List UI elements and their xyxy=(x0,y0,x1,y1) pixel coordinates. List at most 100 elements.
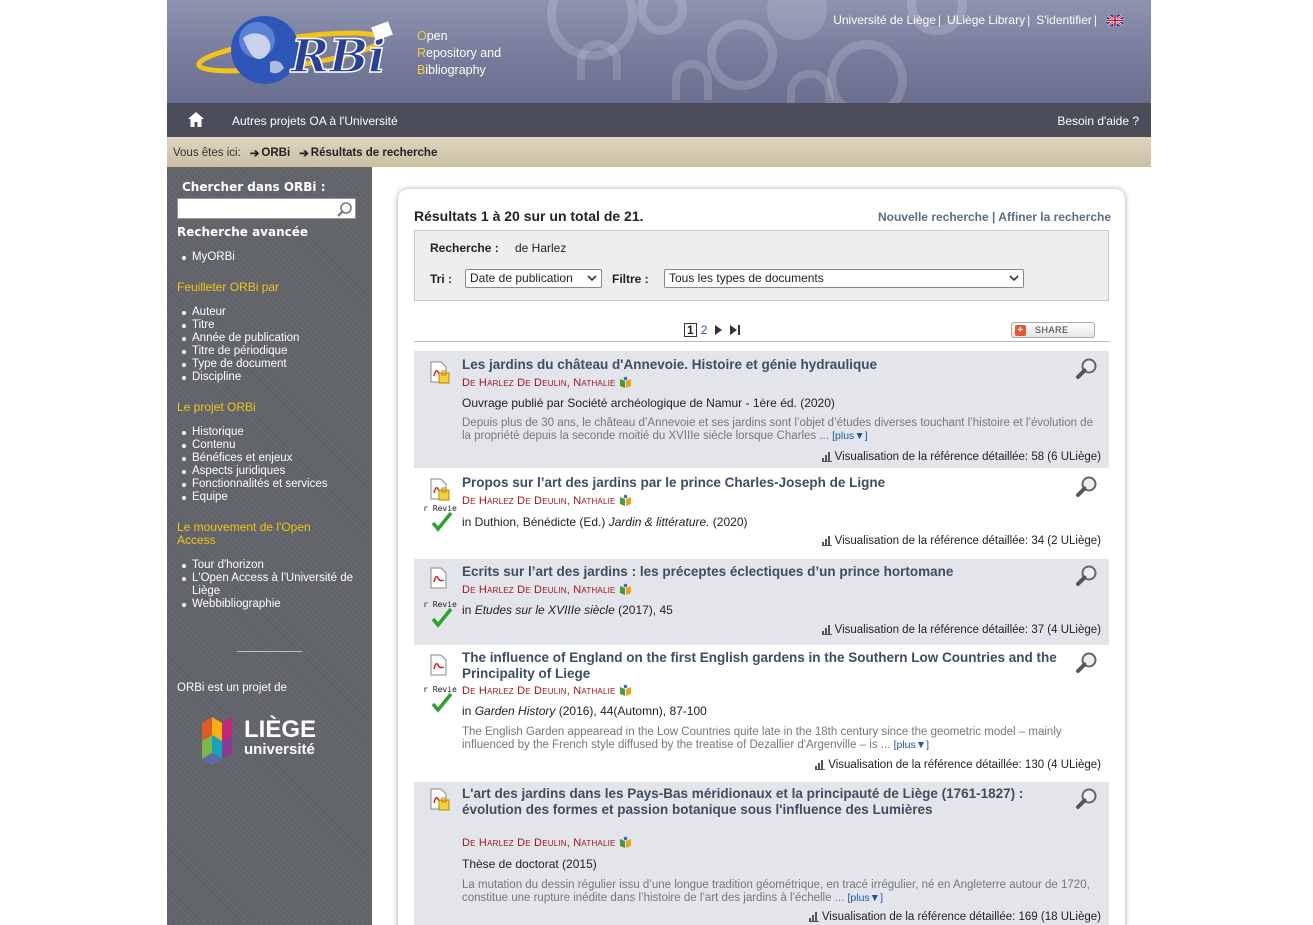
sidebar-item-features[interactable]: Fonctionnalités et services xyxy=(181,478,361,491)
result-abstract: Depuis plus de 30 ans, le château d’Anne… xyxy=(462,417,1093,442)
uk-flag-icon[interactable] xyxy=(1107,14,1123,26)
sidebar-heading-oa: Le mouvement de l'Open Access xyxy=(177,520,311,547)
author-profile-icon[interactable] xyxy=(619,836,632,849)
login-link[interactable]: S'identifier xyxy=(1036,13,1092,27)
nav-other-projects[interactable]: Autres projets OA à l'Université xyxy=(232,114,398,128)
sidebar-item-author[interactable]: Auteur xyxy=(181,306,361,319)
sort-select[interactable]: Date de publication xyxy=(465,269,602,288)
search-icon[interactable] xyxy=(336,201,353,218)
author-link[interactable]: De Harlez De Deulin, Nathalie xyxy=(462,685,616,697)
page-link-2[interactable]: 2 xyxy=(701,323,708,337)
link-universite[interactable]: Université de Liège xyxy=(833,13,936,27)
sidebar-item-oa-uliege[interactable]: L'Open Access à l'Université de Liège xyxy=(181,572,359,598)
result-item: Peer Reviewed Propos sur l’art des jardi… xyxy=(414,470,1109,558)
result-author: De Harlez De Deulin, Nathalie xyxy=(462,684,632,697)
result-title-link[interactable]: Ecrits sur l’art des jardins : les préce… xyxy=(462,564,1061,580)
sidebar-item-benefits[interactable]: Bénéfices et enjeux xyxy=(181,452,361,465)
share-button[interactable]: + SHARE xyxy=(1011,322,1095,338)
chart-icon xyxy=(815,760,826,770)
next-page-icon[interactable] xyxy=(713,325,723,335)
breadcrumb-prefix: Vous êtes ici: xyxy=(173,147,241,159)
sidebar-item-title[interactable]: Titre xyxy=(181,319,361,332)
sidebar-item-legal[interactable]: Aspects juridiques xyxy=(181,465,361,478)
author-link[interactable]: De Harlez De Deulin, Nathalie xyxy=(462,837,616,849)
result-publication: in Duthion, Bénédicte (Ed.) Jardin & lit… xyxy=(462,515,748,529)
result-views: Visualisation de la référence détaillée:… xyxy=(808,911,1101,923)
result-title-link[interactable]: Les jardins du château d'Annevoie. Histo… xyxy=(462,357,1061,373)
sidebar-list-oa: Tour d'horizon L'Open Access à l'Univers… xyxy=(181,559,359,611)
author-profile-icon[interactable] xyxy=(619,684,632,697)
author-link[interactable]: De Harlez De Deulin, Nathalie xyxy=(462,495,616,507)
chevron-down-icon xyxy=(1009,275,1019,282)
result-item: Peer Reviewed The influence of England o… xyxy=(414,646,1109,780)
search-summary-box: Recherche : de Harlez Tri : Date de publ… xyxy=(414,230,1109,301)
pdf-icon[interactable] xyxy=(427,477,451,501)
main-nav: Autres projets OA à l'Université Besoin … xyxy=(167,103,1151,137)
sidebar-heading-project: Le projet ORBi xyxy=(177,400,256,414)
panel-links: Nouvelle recherche | Affiner la recherch… xyxy=(877,210,1111,224)
author-profile-icon[interactable] xyxy=(619,494,632,507)
sidebar-search-title: Chercher dans ORBi : xyxy=(182,180,326,194)
breadcrumb: Vous êtes ici: ➔ ORBi ➔ Résultats de rec… xyxy=(167,137,1151,167)
nav-help-link[interactable]: Besoin d'aide ? xyxy=(1057,114,1139,128)
chart-icon xyxy=(821,452,832,462)
sidebar-item-journal[interactable]: Titre de périodique xyxy=(181,345,361,358)
refine-search-link[interactable]: Affiner la recherche xyxy=(998,210,1111,224)
peer-reviewed-icon: Peer Reviewed xyxy=(423,685,457,713)
zoom-icon[interactable] xyxy=(1075,651,1099,675)
advanced-search-link[interactable]: Recherche avancée xyxy=(177,225,308,239)
breadcrumb-item-orbi[interactable]: ORBi xyxy=(261,147,290,159)
more-link[interactable]: [plus▼] xyxy=(847,892,883,904)
new-search-link[interactable]: Nouvelle recherche xyxy=(878,210,989,224)
sidebar-item-team[interactable]: Equipe xyxy=(181,491,361,504)
chart-icon xyxy=(821,536,832,546)
zoom-icon[interactable] xyxy=(1075,787,1099,811)
result-title-link[interactable]: The influence of England on the first En… xyxy=(462,650,1061,682)
sidebar-item-discipline[interactable]: Discipline xyxy=(181,371,361,384)
page-current: 1 xyxy=(684,323,697,337)
page-frame: RBi Open Repository and Bibliography Uni… xyxy=(167,0,1151,925)
sidebar-item-myorbi[interactable]: MyORBi xyxy=(181,251,361,264)
author-profile-icon[interactable] xyxy=(619,583,632,596)
filter-select[interactable]: Tous les types de documents xyxy=(664,269,1024,288)
zoom-icon[interactable] xyxy=(1075,357,1099,381)
zoom-icon[interactable] xyxy=(1075,564,1099,588)
pdf-icon[interactable] xyxy=(427,566,451,590)
last-page-icon[interactable] xyxy=(729,325,741,335)
more-link[interactable]: [plus▼] xyxy=(832,430,868,442)
pdf-icon[interactable] xyxy=(427,787,451,811)
sidebar-item-doctype[interactable]: Type de document xyxy=(181,358,361,371)
search-input[interactable] xyxy=(178,199,334,218)
pdf-icon[interactable] xyxy=(427,653,451,677)
top-links: Université de Liège | ULiège Library | S… xyxy=(833,13,1123,27)
pdf-icon[interactable] xyxy=(427,360,451,384)
sidebar-list-project: Historique Contenu Bénéfices et enjeux A… xyxy=(181,426,361,504)
sidebar-item-webbibliography[interactable]: Webbibliographie xyxy=(181,598,359,611)
more-link[interactable]: [plus▼] xyxy=(894,739,930,751)
sidebar-item-history[interactable]: Historique xyxy=(181,426,361,439)
zoom-icon[interactable] xyxy=(1075,475,1099,499)
orbi-logo[interactable]: RBi xyxy=(195,10,415,90)
result-title-link[interactable]: Propos sur l’art des jardins par le prin… xyxy=(462,475,1061,491)
sidebar-item-year[interactable]: Année de publication xyxy=(181,332,361,345)
query-label: Recherche : xyxy=(430,241,499,255)
author-link[interactable]: De Harlez De Deulin, Nathalie xyxy=(462,584,616,596)
result-author: De Harlez De Deulin, Nathalie xyxy=(462,376,632,389)
uliege-logo[interactable]: LIÈGE université xyxy=(200,713,335,765)
sidebar-item-content[interactable]: Contenu xyxy=(181,439,361,452)
chart-icon xyxy=(821,625,832,635)
svg-text:Peer Reviewed: Peer Reviewed xyxy=(423,685,457,694)
author-profile-icon[interactable] xyxy=(619,376,632,389)
result-title-link[interactable]: L'art des jardins dans les Pays-Bas méri… xyxy=(462,786,1061,818)
result-item: L'art des jardins dans les Pays-Bas méri… xyxy=(414,782,1109,925)
author-link[interactable]: De Harlez De Deulin, Nathalie xyxy=(462,377,616,389)
site-tagline: Open Repository and Bibliography xyxy=(417,28,501,79)
home-icon[interactable] xyxy=(187,111,205,128)
peer-reviewed-icon: Peer Reviewed xyxy=(423,600,457,628)
main-content: Résultats 1 à 20 sur un total de 21. Nou… xyxy=(372,167,1151,925)
link-library[interactable]: ULiège Library xyxy=(947,13,1025,27)
result-publication: in Etudes sur le XVIIIe siècle (2017), 4… xyxy=(462,603,673,617)
sidebar-item-overview[interactable]: Tour d'horizon xyxy=(181,559,359,572)
tagline-line: Open xyxy=(417,29,448,43)
result-abstract: La mutation du dessin régulier issu d’un… xyxy=(462,879,1090,904)
